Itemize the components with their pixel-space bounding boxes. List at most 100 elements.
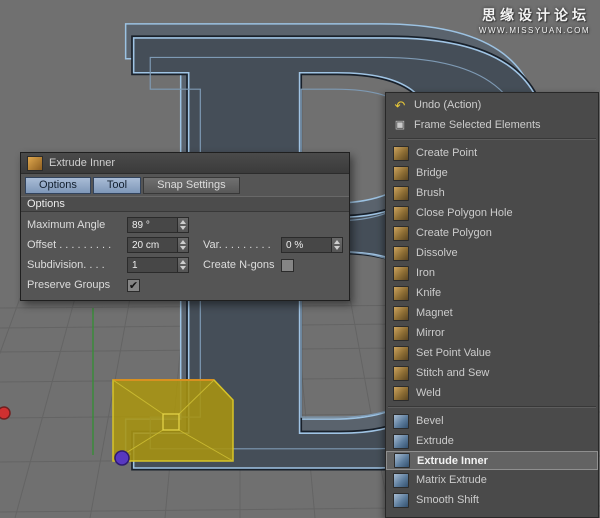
bevel-icon bbox=[393, 414, 409, 429]
menu-item-create-polygon[interactable]: Create Polygon bbox=[386, 223, 598, 243]
menu-item-iron[interactable]: Iron bbox=[386, 263, 598, 283]
brush-icon bbox=[393, 186, 409, 201]
stepper-down-icon[interactable] bbox=[180, 246, 186, 250]
iron-icon bbox=[393, 266, 409, 281]
menu-item-label: Set Point Value bbox=[416, 347, 491, 359]
extrude-inner-tool-icon bbox=[27, 156, 43, 171]
menu-item-knife[interactable]: Knife bbox=[386, 283, 598, 303]
close-polygon-hole-icon bbox=[393, 206, 409, 221]
menu-item-weld[interactable]: Weld bbox=[386, 383, 598, 403]
magnet-icon bbox=[393, 306, 409, 321]
subdivision-stepper[interactable] bbox=[177, 257, 189, 273]
menu-item-close-polygon-hole[interactable]: Close Polygon Hole bbox=[386, 203, 598, 223]
dissolve-icon bbox=[393, 246, 409, 261]
watermark: 思缘设计论坛 WWW.MISSYUAN.COM bbox=[479, 5, 590, 35]
tab-tool[interactable]: Tool bbox=[93, 177, 141, 194]
create-ngons-checkbox[interactable] bbox=[281, 259, 294, 272]
weld-icon bbox=[393, 386, 409, 401]
menu-item-matrix-extrude[interactable]: Matrix Extrude bbox=[386, 470, 598, 490]
stepper-down-icon[interactable] bbox=[334, 246, 340, 250]
tab-snap-settings[interactable]: Snap Settings bbox=[143, 177, 240, 194]
options-section-header: Options bbox=[21, 196, 349, 212]
var-label: Var. . . . . . . . . bbox=[203, 239, 281, 251]
tab-options[interactable]: Options bbox=[25, 177, 91, 194]
maximum-angle-stepper[interactable] bbox=[177, 217, 189, 233]
stepper-up-icon[interactable] bbox=[180, 220, 186, 224]
set-point-value-icon bbox=[393, 346, 409, 361]
menu-item-label: Magnet bbox=[416, 307, 453, 319]
context-menu: Undo (Action) Frame Selected Elements Cr… bbox=[385, 92, 599, 518]
menu-item-stitch-and-sew[interactable]: Stitch and Sew bbox=[386, 363, 598, 383]
menu-item-label: Mirror bbox=[416, 327, 445, 339]
dialog-title: Extrude Inner bbox=[49, 157, 115, 169]
extrude-icon bbox=[393, 434, 409, 449]
menu-item-label: Weld bbox=[416, 387, 441, 399]
matrix-extrude-icon bbox=[393, 473, 409, 488]
menu-item-extrude-inner[interactable]: Extrude Inner bbox=[386, 451, 598, 470]
menu-separator bbox=[388, 406, 596, 408]
viewport-window: B B B B 思缘设计论坛 WWW.MISSYUAN.COM bbox=[0, 0, 600, 518]
create-polygon-icon bbox=[393, 226, 409, 241]
menu-item-label: Bevel bbox=[416, 415, 444, 427]
menu-item-magnet[interactable]: Magnet bbox=[386, 303, 598, 323]
menu-item-brush[interactable]: Brush bbox=[386, 183, 598, 203]
preserve-groups-checkbox[interactable]: ✔ bbox=[127, 279, 140, 292]
menu-item-label: Brush bbox=[416, 187, 445, 199]
stepper-up-icon[interactable] bbox=[180, 260, 186, 264]
preserve-groups-row: Preserve Groups ✔ bbox=[27, 277, 343, 293]
dialog-title-bar[interactable]: Extrude Inner bbox=[21, 153, 349, 174]
menu-item-label: Extrude bbox=[416, 435, 454, 447]
extrude-inner-dialog: Extrude Inner Options Tool Snap Settings… bbox=[20, 152, 350, 301]
stepper-down-icon[interactable] bbox=[180, 226, 186, 230]
var-input[interactable]: 0 % bbox=[281, 237, 331, 253]
frame-selected-icon bbox=[393, 119, 407, 132]
subdivision-input[interactable]: 1 bbox=[127, 257, 177, 273]
menu-item-label: Undo (Action) bbox=[414, 99, 481, 111]
extrude-inner-icon bbox=[394, 453, 410, 468]
menu-item-dissolve[interactable]: Dissolve bbox=[386, 243, 598, 263]
menu-item-bridge[interactable]: Bridge bbox=[386, 163, 598, 183]
menu-item-label: Stitch and Sew bbox=[416, 367, 489, 379]
dialog-tab-bar: Options Tool Snap Settings bbox=[21, 174, 349, 196]
offset-label: Offset . . . . . . . . . bbox=[27, 239, 127, 251]
menu-separator bbox=[388, 138, 596, 140]
stepper-up-icon[interactable] bbox=[180, 240, 186, 244]
menu-item-undo-action[interactable]: Undo (Action) bbox=[386, 95, 598, 115]
maximum-angle-label: Maximum Angle bbox=[27, 219, 127, 231]
selected-polygon[interactable] bbox=[113, 380, 233, 461]
stepper-up-icon[interactable] bbox=[334, 240, 340, 244]
watermark-url: WWW.MISSYUAN.COM bbox=[479, 26, 590, 35]
subdivision-label: Subdivision. . . . bbox=[27, 259, 127, 271]
menu-item-frame-selected-elements[interactable]: Frame Selected Elements bbox=[386, 115, 598, 135]
stepper-down-icon[interactable] bbox=[180, 266, 186, 270]
create-ngons-label: Create N-gons bbox=[203, 259, 281, 271]
subdivision-field: 1 bbox=[127, 257, 189, 273]
maximum-angle-input[interactable]: 89 ° bbox=[127, 217, 177, 233]
create-point-icon bbox=[393, 146, 409, 161]
mirror-icon bbox=[393, 326, 409, 341]
menu-item-set-point-value[interactable]: Set Point Value bbox=[386, 343, 598, 363]
bridge-icon bbox=[393, 166, 409, 181]
menu-item-label: Create Point bbox=[416, 147, 477, 159]
menu-item-bevel[interactable]: Bevel bbox=[386, 411, 598, 431]
offset-input[interactable]: 20 cm bbox=[127, 237, 177, 253]
offset-row: Offset . . . . . . . . . 20 cm Var. . . … bbox=[27, 237, 343, 253]
origin-point-handle[interactable] bbox=[115, 451, 129, 465]
smooth-shift-icon bbox=[393, 493, 409, 508]
offset-stepper[interactable] bbox=[177, 237, 189, 253]
undo-icon bbox=[393, 99, 407, 112]
var-stepper[interactable] bbox=[331, 237, 343, 253]
menu-item-mirror[interactable]: Mirror bbox=[386, 323, 598, 343]
x-axis-handle[interactable] bbox=[0, 407, 10, 419]
stitch-and-sew-icon bbox=[393, 366, 409, 381]
maximum-angle-field: 89 ° bbox=[127, 217, 189, 233]
menu-item-create-point[interactable]: Create Point bbox=[386, 143, 598, 163]
menu-item-label: Dissolve bbox=[416, 247, 458, 259]
maximum-angle-row: Maximum Angle 89 ° bbox=[27, 217, 343, 233]
var-field: 0 % bbox=[281, 237, 343, 253]
menu-item-label: Smooth Shift bbox=[416, 494, 479, 506]
menu-item-label: Bridge bbox=[416, 167, 448, 179]
menu-item-extrude[interactable]: Extrude bbox=[386, 431, 598, 451]
menu-item-label: Iron bbox=[416, 267, 435, 279]
menu-item-smooth-shift[interactable]: Smooth Shift bbox=[386, 490, 598, 510]
